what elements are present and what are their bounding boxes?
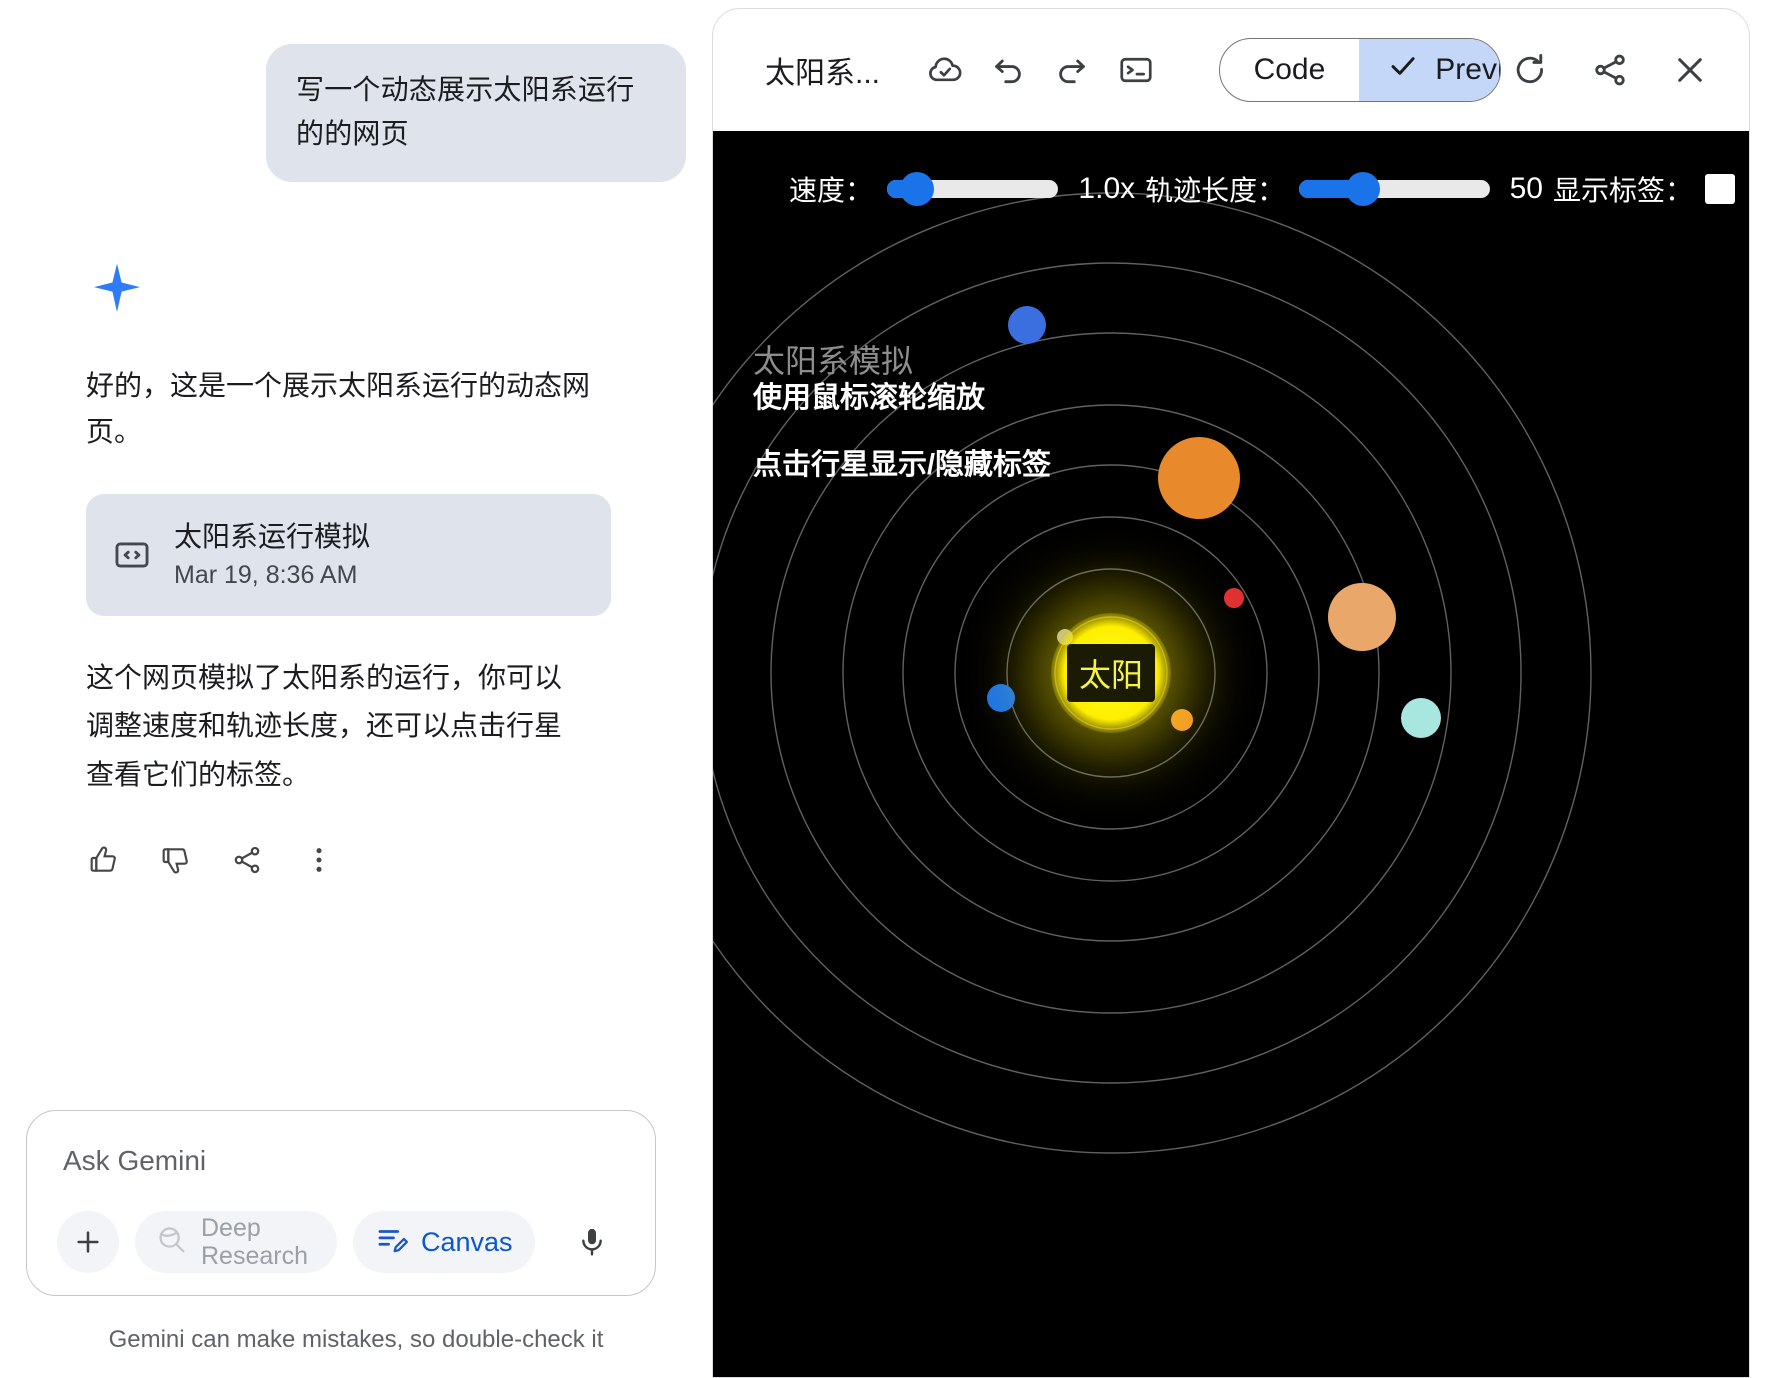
more-options-icon[interactable] xyxy=(302,843,336,877)
sun[interactable]: 太阳 xyxy=(1051,613,1171,733)
simulation-preview: 速度： 1.0x 轨迹长度： 50 显示标签： 太阳系模拟 使用鼠标滚轮缩放 点… xyxy=(713,131,1749,1377)
terminal-icon[interactable] xyxy=(1113,41,1159,99)
planet-jupiter[interactable] xyxy=(1158,437,1240,519)
microphone-icon[interactable] xyxy=(561,1211,623,1273)
artifact-timestamp: Mar 19, 8:36 AM xyxy=(174,560,358,589)
artifact-card[interactable]: 太阳系运行模拟 Mar 19, 8:36 AM xyxy=(86,494,611,616)
show-labels-label: 显示标签： xyxy=(1552,175,1693,206)
simulation-hint-labels: 点击行星显示/隐藏标签 xyxy=(753,449,1052,481)
deep-research-icon xyxy=(155,1223,189,1262)
code-brackets-icon xyxy=(112,535,152,575)
document-title[interactable]: 太阳系... xyxy=(765,48,880,92)
thumb-down-icon[interactable] xyxy=(158,843,192,877)
speed-label: 速度： xyxy=(789,175,874,206)
simulation-controls: 速度： 1.0x 轨迹长度： 50 显示标签： xyxy=(713,169,1749,209)
chat-panel: 写一个动态展示太阳系运行的的网页 好的，这是一个展示太阳系运行的动态网页。 太阳… xyxy=(0,0,712,1378)
response-actions xyxy=(86,843,686,877)
undo-icon[interactable] xyxy=(986,41,1032,99)
canvas-panel: 太阳系... Code Prev 速度： 1.0x 轨迹长度： 50 显示标签：… xyxy=(712,8,1750,1378)
canvas-toolbar: 太阳系... Code Prev xyxy=(713,9,1749,131)
artifact-meta: 太阳系运行模拟 Mar 19, 8:36 AM xyxy=(174,520,370,590)
share-icon[interactable] xyxy=(230,843,264,877)
cloud-check-icon[interactable] xyxy=(922,41,968,99)
planet-saturn[interactable] xyxy=(1328,583,1396,651)
trail-slider-knob[interactable] xyxy=(1346,172,1381,206)
trail-length-slider[interactable] xyxy=(1299,172,1490,206)
canvas-label: Canvas xyxy=(421,1226,513,1257)
planet-neptune[interactable] xyxy=(1008,306,1046,344)
canvas-button[interactable]: Canvas xyxy=(353,1211,535,1273)
share-icon[interactable] xyxy=(1581,41,1639,99)
redo-icon[interactable] xyxy=(1049,41,1095,99)
planet-mars[interactable] xyxy=(1224,588,1244,608)
chat-input[interactable]: Ask Gemini xyxy=(57,1145,625,1177)
tab-code-label: Code xyxy=(1253,53,1326,86)
assistant-intro-text: 好的，这是一个展示太阳系运行的动态网页。 xyxy=(86,370,591,447)
composer[interactable]: Ask Gemini Deep Research Canvas xyxy=(26,1110,656,1296)
deep-research-button[interactable]: Deep Research xyxy=(135,1211,337,1273)
composer-tools: Deep Research Canvas xyxy=(57,1211,625,1273)
trail-length-label: 轨迹长度： xyxy=(1145,175,1286,206)
user-message-row: 写一个动态展示太阳系运行的的网页 xyxy=(26,0,686,183)
planet-earth[interactable] xyxy=(987,684,1015,712)
canvas-toolbar-right xyxy=(1501,41,1719,99)
artifact-title: 太阳系运行模拟 xyxy=(174,521,371,553)
simulation-hint-zoom: 使用鼠标滚轮缩放 xyxy=(753,382,986,414)
speed-value: 1.0x xyxy=(1078,172,1136,205)
tab-code[interactable]: Code xyxy=(1220,39,1360,101)
gemini-sparkle-icon xyxy=(88,260,686,323)
disclaimer-text: Gemini can make mistakes, so double-chec… xyxy=(108,1326,604,1353)
speed-slider-knob[interactable] xyxy=(900,172,935,206)
assistant-body-text: 这个网页模拟了太阳系的运行，你可以调整速度和轨迹长度，还可以点击行星查看它们的标… xyxy=(86,661,563,790)
add-attachment-button[interactable] xyxy=(57,1211,119,1273)
thumb-up-icon[interactable] xyxy=(86,843,120,877)
planet-uranus[interactable] xyxy=(1401,698,1441,738)
user-message-bubble: 写一个动态展示太阳系运行的的网页 xyxy=(266,44,686,183)
trail-length-value: 50 xyxy=(1509,172,1543,205)
deep-research-label: Deep Research xyxy=(201,1214,308,1270)
canvas-icon xyxy=(375,1223,409,1262)
refresh-icon[interactable] xyxy=(1501,41,1559,99)
check-icon xyxy=(1387,50,1419,90)
tab-preview-label: Preview xyxy=(1435,53,1500,86)
planet-venus[interactable] xyxy=(1171,709,1193,731)
sun-label: 太阳 xyxy=(1066,644,1155,702)
planet-layer: 太阳 xyxy=(713,131,1749,1377)
gemini-canvas-app: 写一个动态展示太阳系运行的的网页 好的，这是一个展示太阳系运行的动态网页。 太阳… xyxy=(0,0,1766,1378)
close-icon[interactable] xyxy=(1661,41,1719,99)
tab-preview[interactable]: Preview xyxy=(1359,39,1501,101)
speed-slider[interactable] xyxy=(887,172,1059,206)
show-labels-checkbox[interactable] xyxy=(1705,174,1735,204)
code-preview-toggle: Code Preview xyxy=(1218,38,1502,102)
